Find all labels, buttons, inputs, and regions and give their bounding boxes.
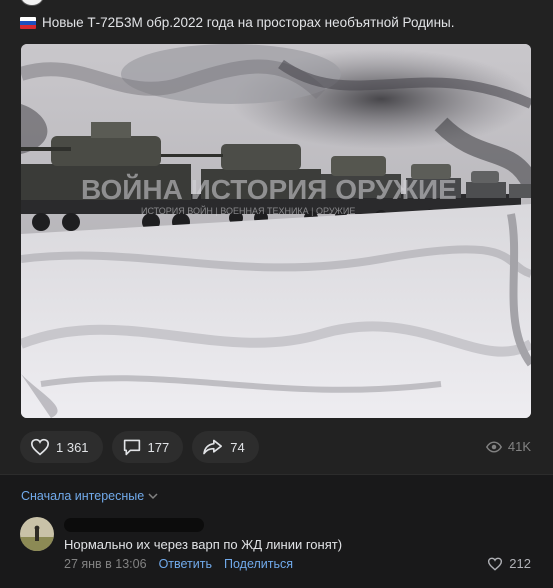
section-divider [0, 474, 553, 475]
share-button[interactable]: 74 [192, 431, 259, 463]
comment-like-count: 212 [509, 556, 531, 571]
watermark-subtitle: ИСТОРИЯ ВОЙН | ВОЕННАЯ ТЕХНИКА | ОРУЖИЕ [141, 205, 355, 216]
eye-icon [485, 440, 502, 453]
share-count: 74 [230, 439, 245, 455]
comment-meta: 27 янв в 13:06 Ответить Поделиться [64, 557, 293, 571]
share-comment-link[interactable]: Поделиться [224, 557, 293, 571]
watermark-title: ВОЙНА ИСТОРИЯ ОРУЖИЕ [81, 173, 457, 205]
comment-author-name-redacted [64, 518, 204, 532]
russia-flag-icon [20, 17, 36, 29]
like-button[interactable]: 1 361 [20, 431, 103, 463]
reply-link[interactable]: Ответить [159, 557, 212, 571]
post-video[interactable]: ВОЙНА ИСТОРИЯ ОРУЖИЕ ИСТОРИЯ ВОЙН | ВОЕН… [21, 44, 531, 418]
chevron-down-icon [148, 493, 158, 500]
comment-text: Нормально их через варп по ЖД линии гоня… [64, 537, 343, 552]
views-count: 41K [507, 439, 531, 454]
views-counter: 41K [485, 439, 531, 454]
community-avatar[interactable] [20, 0, 44, 6]
share-arrow-icon [203, 439, 223, 455]
comment-count: 177 [147, 439, 170, 455]
comment-button[interactable]: 177 [111, 431, 184, 463]
like-count: 1 361 [56, 439, 89, 455]
post-text: Новые Т-72Б3М обр.2022 года на просторах… [42, 15, 455, 30]
comments-sort-dropdown[interactable]: Сначала интересные [21, 489, 158, 503]
comment-icon [123, 439, 140, 456]
avatar-image [20, 517, 54, 551]
comment-like-button[interactable]: 212 [487, 556, 531, 571]
heart-icon [488, 557, 503, 571]
comment-author-avatar[interactable] [20, 517, 54, 551]
heart-icon [30, 438, 50, 456]
video-frame: ВОЙНА ИСТОРИЯ ОРУЖИЕ ИСТОРИЯ ВОЙН | ВОЕН… [21, 44, 531, 418]
post-card: Новые Т-72Б3М обр.2022 года на просторах… [0, 0, 553, 474]
post-text-row: Новые Т-72Б3М обр.2022 года на просторах… [20, 14, 540, 32]
sort-label: Сначала интересные [21, 489, 145, 503]
comment-date[interactable]: 27 янв в 13:06 [64, 557, 147, 571]
post-actions: 1 361 177 74 [20, 431, 259, 463]
